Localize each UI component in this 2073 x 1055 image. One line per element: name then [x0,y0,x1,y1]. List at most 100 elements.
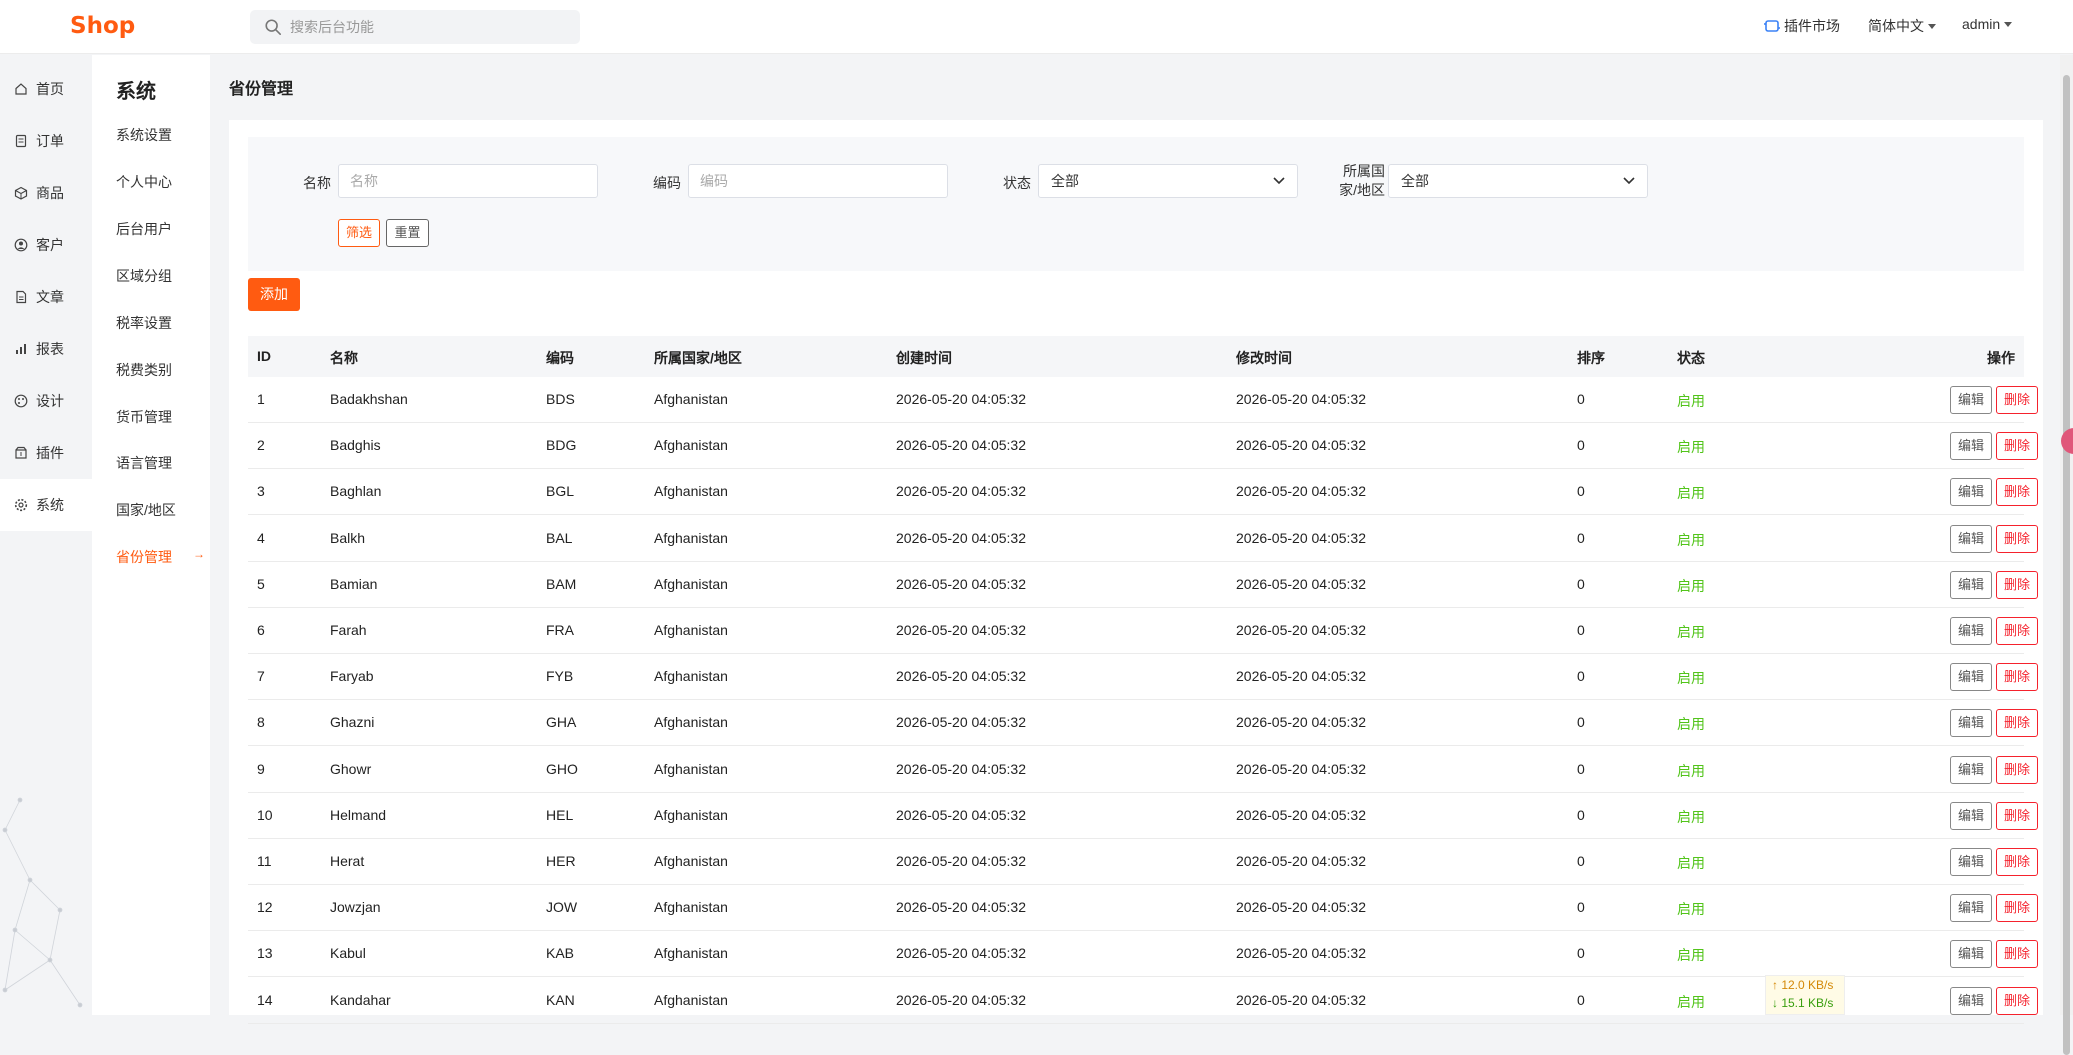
sidebar-item-plugins[interactable]: 插件 [0,427,92,479]
cell-updated: 2026-05-20 04:05:32 [1236,760,1366,777]
cell-country: Afghanistan [654,714,728,731]
edit-button[interactable]: 编辑 [1950,432,1992,461]
plugin-icon [15,446,27,459]
name-filter-input[interactable] [338,164,598,198]
cell-sort: 0 [1577,945,1585,962]
cell-id: 11 [257,853,272,869]
sidebar-item-customers[interactable]: 客户 [0,219,92,271]
delete-button[interactable]: 删除 [1996,663,2038,692]
delete-button[interactable]: 删除 [1996,986,2038,1015]
cell-updated: 2026-05-20 04:05:32 [1236,575,1366,592]
cell-id: 7 [257,668,265,685]
subnav-item-admin-users[interactable]: 后台用户 [116,219,172,239]
subnav-item-provinces[interactable]: 省份管理 [116,547,172,567]
reset-button[interactable]: 重置 [386,219,429,247]
edit-button[interactable]: 编辑 [1950,940,1992,969]
sidebar-item-label: 订单 [36,133,64,149]
network-decoration [2,797,83,1008]
vertical-scrollbar[interactable] [2060,55,2073,1055]
cell-code: BDG [546,437,577,454]
gear-icon [14,498,28,512]
sidebar-item-design[interactable]: 设计 [0,375,92,427]
edit-button[interactable]: 编辑 [1950,709,1992,738]
search-input[interactable] [290,10,570,44]
edit-button[interactable]: 编辑 [1950,663,1992,692]
cell-name: Farah [330,622,367,638]
table-row: 11 Herat HER Afghanistan 2026-05-20 04:05:32… [248,839,2038,885]
filter-button[interactable]: 筛选 [338,219,380,247]
home-icon [15,83,27,95]
delete-button[interactable]: 删除 [1996,709,2038,738]
chevron-down-icon [1273,177,1285,185]
edit-button[interactable]: 编辑 [1950,801,1992,830]
table-row: 10 Helmand HEL Afghanistan 2026-05-20 04:05:… [248,793,2038,839]
cell-status: 启用 [1677,439,1705,456]
delete-button[interactable]: 删除 [1996,478,2038,507]
language-dropdown[interactable]: 简体中文 [1868,16,1936,36]
delete-button[interactable]: 删除 [1996,432,2038,461]
delete-button[interactable]: 删除 [1996,386,2038,414]
cell-status: 启用 [1677,485,1705,502]
subnav-item-profile[interactable]: 个人中心 [116,172,172,192]
arrow-right-icon: → [193,547,205,561]
cell-code: BAL [546,529,573,546]
edit-button[interactable]: 编辑 [1950,478,1992,507]
code-filter-input[interactable] [688,164,948,198]
cell-code: JOW [546,899,578,916]
edit-button[interactable]: 编辑 [1950,570,1992,599]
sidebar-item-label: 商品 [36,185,64,201]
delete-button[interactable]: 删除 [1996,940,2038,969]
delete-button[interactable]: 删除 [1996,801,2038,830]
status-filter-select[interactable]: 全部 [1038,164,1298,198]
sidebar-item-articles[interactable]: 文章 [0,271,92,323]
edit-button[interactable]: 编辑 [1950,386,1992,414]
delete-button[interactable]: 删除 [1996,894,2038,923]
cell-name: Badakhshan [330,391,408,407]
cell-created: 2026-05-20 04:05:32 [896,714,1026,731]
edit-button[interactable]: 编辑 [1950,524,1992,553]
cell-updated: 2026-05-20 04:05:32 [1236,622,1366,638]
table-row: 2 Badghis BDG Afghanistan 2026-05-20 04:05:3… [248,423,2038,470]
cell-status: 启用 [1677,808,1705,825]
logo[interactable]: Shop [70,13,135,39]
delete-button[interactable]: 删除 [1996,755,2038,784]
delete-button[interactable]: 删除 [1996,617,2038,645]
subnav-item-countries[interactable]: 国家/地区 [116,500,176,520]
delete-button[interactable]: 删除 [1996,848,2038,876]
delete-button[interactable]: 删除 [1996,524,2038,553]
search-box[interactable] [250,10,580,44]
sidebar-item-products[interactable]: 商品 [0,167,92,219]
sidebar-item-home[interactable]: 首页 [0,63,92,115]
cell-name: Faryab [330,668,374,685]
document-icon [16,290,27,304]
cell-name: Kabul [330,945,366,962]
edit-button[interactable]: 编辑 [1950,986,1992,1015]
subnav-item-currencies[interactable]: 货币管理 [116,407,172,427]
table-row: 7 Faryab FYB Afghanistan 2026-05-20 04:05:32… [248,654,2038,701]
country-filter-select[interactable]: 全部 [1388,164,1648,198]
subnav-item-tax-classes[interactable]: 税费类别 [116,360,172,380]
subnav-item-languages[interactable]: 语言管理 [116,453,172,473]
sidebar-item-reports[interactable]: 报表 [0,323,92,375]
delete-button[interactable]: 删除 [1996,570,2038,599]
sidebar-item-label: 报表 [36,341,64,357]
edit-button[interactable]: 编辑 [1950,848,1992,876]
cell-name: Jowzjan [330,899,381,916]
edit-button[interactable]: 编辑 [1950,617,1992,645]
cell-code: KAN [546,991,575,1008]
edit-button[interactable]: 编辑 [1950,755,1992,784]
subnav-item-tax-rates[interactable]: 税率设置 [116,313,172,333]
sidebar-item-system[interactable]: 系统 [0,479,92,531]
cell-name: Herat [330,853,365,869]
cell-country: Afghanistan [654,622,728,638]
user-dropdown[interactable]: admin [1962,16,2013,32]
add-button[interactable]: 添加 [248,278,300,311]
subnav-item-system-settings[interactable]: 系统设置 [116,125,172,145]
table-row: 4 Balkh BAL Afghanistan 2026-05-20 04:05:32 2… [248,516,2038,562]
cell-sort: 0 [1577,853,1585,869]
subnav-item-region-groups[interactable]: 区域分组 [116,266,172,286]
scrollbar-thumb[interactable] [2063,75,2070,1055]
edit-button[interactable]: 编辑 [1950,894,1992,923]
plugin-market-link[interactable]: 插件市场 [1764,16,1840,36]
sidebar-item-orders[interactable]: 订单 [0,115,92,167]
